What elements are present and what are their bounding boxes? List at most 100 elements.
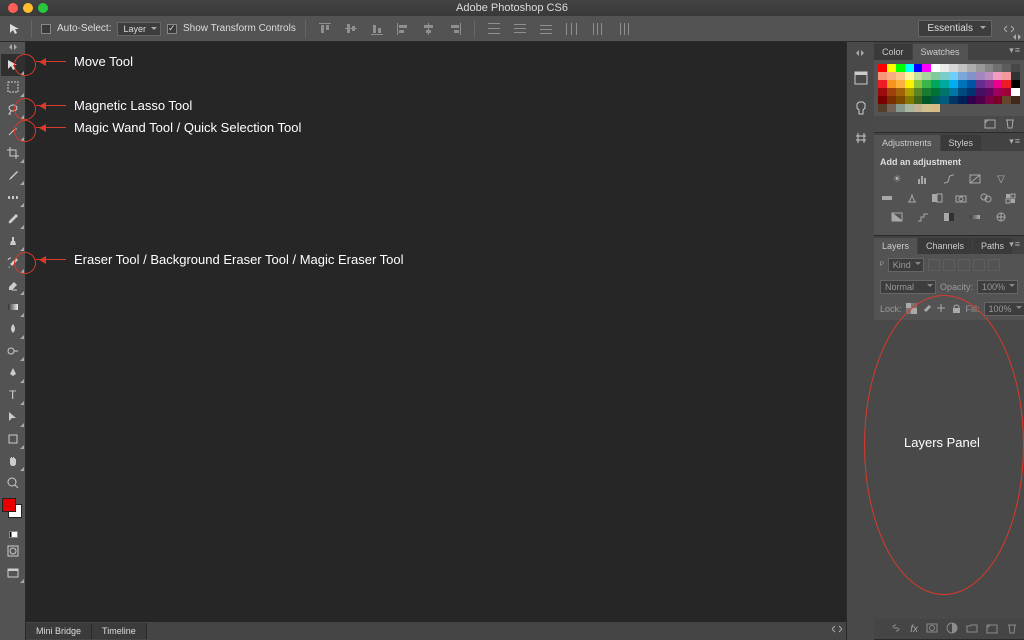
swatch-cell[interactable] bbox=[993, 64, 1002, 72]
distribute-top-icon[interactable] bbox=[484, 19, 504, 39]
swatch-cell[interactable] bbox=[914, 64, 923, 72]
color-tab[interactable]: Color bbox=[874, 44, 912, 60]
pen-tool[interactable] bbox=[1, 362, 25, 384]
workspace-dropdown[interactable]: Essentials bbox=[918, 20, 992, 37]
gradient-map-icon[interactable] bbox=[967, 210, 983, 224]
swatch-cell[interactable] bbox=[940, 72, 949, 80]
swatches-tab[interactable]: Swatches bbox=[913, 44, 968, 60]
adjustments-tab[interactable]: Adjustments bbox=[874, 135, 940, 151]
link-layers-icon[interactable] bbox=[890, 622, 902, 637]
foreground-color[interactable] bbox=[2, 498, 16, 512]
selective-color-icon[interactable] bbox=[993, 210, 1009, 224]
swatch-cell[interactable] bbox=[967, 72, 976, 80]
swatch-cell[interactable] bbox=[1002, 96, 1011, 104]
hand-tool[interactable] bbox=[1, 450, 25, 472]
strip-expand-icon[interactable] bbox=[855, 50, 865, 56]
photo-filter-icon[interactable] bbox=[954, 191, 969, 205]
panel-menu-icon[interactable]: ▾≡ bbox=[1009, 45, 1021, 56]
path-selection-tool[interactable] bbox=[1, 406, 25, 428]
swatch-cell[interactable] bbox=[878, 80, 887, 88]
swatch-cell[interactable] bbox=[993, 88, 1002, 96]
swatch-cell[interactable] bbox=[940, 64, 949, 72]
levels-icon[interactable] bbox=[915, 172, 931, 186]
curves-icon[interactable] bbox=[941, 172, 957, 186]
vibrance-icon[interactable]: ▽ bbox=[993, 172, 1009, 186]
marquee-tool[interactable] bbox=[1, 76, 25, 98]
gradient-tool[interactable] bbox=[1, 296, 25, 318]
clone-stamp-tool[interactable] bbox=[1, 230, 25, 252]
hue-icon[interactable] bbox=[880, 191, 895, 205]
swatch-cell[interactable] bbox=[878, 72, 887, 80]
layer-fx-icon[interactable]: fx bbox=[910, 624, 918, 635]
swatch-cell[interactable] bbox=[1002, 80, 1011, 88]
dodge-tool[interactable] bbox=[1, 340, 25, 362]
swatch-cell[interactable] bbox=[1011, 96, 1020, 104]
swatch-cell[interactable] bbox=[931, 64, 940, 72]
window-zoom-button[interactable] bbox=[38, 3, 48, 13]
swatch-cell[interactable] bbox=[993, 80, 1002, 88]
distribute-right-icon[interactable] bbox=[614, 19, 634, 39]
panel-menu-icon[interactable]: ▾≡ bbox=[1009, 136, 1021, 147]
footer-expand-icon[interactable] bbox=[832, 625, 842, 636]
window-close-button[interactable] bbox=[8, 3, 18, 13]
swatch-cell[interactable] bbox=[1011, 72, 1020, 80]
swatch-cell[interactable] bbox=[940, 80, 949, 88]
swatch-cell[interactable] bbox=[896, 80, 905, 88]
swatch-cell[interactable] bbox=[896, 64, 905, 72]
align-vcenter-icon[interactable] bbox=[341, 19, 361, 39]
new-layer-icon[interactable] bbox=[986, 622, 998, 637]
swatch-cell[interactable] bbox=[922, 64, 931, 72]
swatch-cell[interactable] bbox=[1002, 64, 1011, 72]
swatch-cell[interactable] bbox=[896, 72, 905, 80]
swatch-cell[interactable] bbox=[993, 96, 1002, 104]
distribute-bottom-icon[interactable] bbox=[536, 19, 556, 39]
distribute-vcenter-icon[interactable] bbox=[510, 19, 530, 39]
paths-tab[interactable]: Paths bbox=[973, 238, 1012, 254]
timeline-tab[interactable]: Timeline bbox=[92, 623, 147, 639]
styles-tab[interactable]: Styles bbox=[941, 135, 982, 151]
opacity-value[interactable]: 100% bbox=[977, 280, 1018, 294]
delete-layer-icon[interactable] bbox=[1006, 622, 1018, 637]
blend-mode-dropdown[interactable]: Normal bbox=[880, 280, 936, 294]
swatch-cell[interactable] bbox=[958, 72, 967, 80]
layers-tab[interactable]: Layers bbox=[874, 238, 917, 254]
swatch-cell[interactable] bbox=[914, 96, 923, 104]
color-balance-icon[interactable] bbox=[905, 191, 920, 205]
filter-adjustment-icon[interactable] bbox=[943, 259, 955, 271]
swatch-cell[interactable] bbox=[976, 96, 985, 104]
swatch-cell[interactable] bbox=[1002, 88, 1011, 96]
posterize-icon[interactable] bbox=[915, 210, 931, 224]
quick-mask-icon[interactable] bbox=[1, 540, 25, 562]
eraser-tool[interactable] bbox=[1, 274, 25, 296]
swatch-cell[interactable] bbox=[1011, 64, 1020, 72]
swatch-cell[interactable] bbox=[949, 72, 958, 80]
align-left-edges-icon[interactable] bbox=[393, 19, 413, 39]
swatch-cell[interactable] bbox=[905, 88, 914, 96]
swatch-cell[interactable] bbox=[976, 72, 985, 80]
new-adjustment-layer-icon[interactable] bbox=[946, 622, 958, 637]
layer-mask-icon[interactable] bbox=[926, 622, 938, 637]
auto-select-target-dropdown[interactable]: Layer bbox=[117, 22, 161, 36]
filter-smart-icon[interactable] bbox=[988, 259, 1000, 271]
channel-mixer-icon[interactable] bbox=[979, 191, 994, 205]
swatch-cell[interactable] bbox=[922, 104, 931, 112]
swatch-cell[interactable] bbox=[967, 64, 976, 72]
bw-icon[interactable] bbox=[929, 191, 944, 205]
swatch-cell[interactable] bbox=[1011, 88, 1020, 96]
window-minimize-button[interactable] bbox=[23, 3, 33, 13]
brightness-icon[interactable]: ☀ bbox=[889, 172, 905, 186]
screen-mode-icon[interactable] bbox=[1, 562, 25, 584]
swatch-cell[interactable] bbox=[878, 88, 887, 96]
fill-value[interactable]: 100% bbox=[984, 302, 1024, 316]
swatch-cell[interactable] bbox=[940, 96, 949, 104]
swatch-cell[interactable] bbox=[985, 72, 994, 80]
swatch-cell[interactable] bbox=[896, 104, 905, 112]
swatch-cell[interactable] bbox=[896, 96, 905, 104]
swatch-cell[interactable] bbox=[949, 64, 958, 72]
eyedropper-tool[interactable] bbox=[1, 164, 25, 186]
swatch-cell[interactable] bbox=[914, 104, 923, 112]
color-swatches[interactable] bbox=[2, 498, 24, 520]
swatch-cell[interactable] bbox=[940, 88, 949, 96]
show-transform-checkbox[interactable] bbox=[167, 24, 177, 34]
swatch-cell[interactable] bbox=[985, 64, 994, 72]
